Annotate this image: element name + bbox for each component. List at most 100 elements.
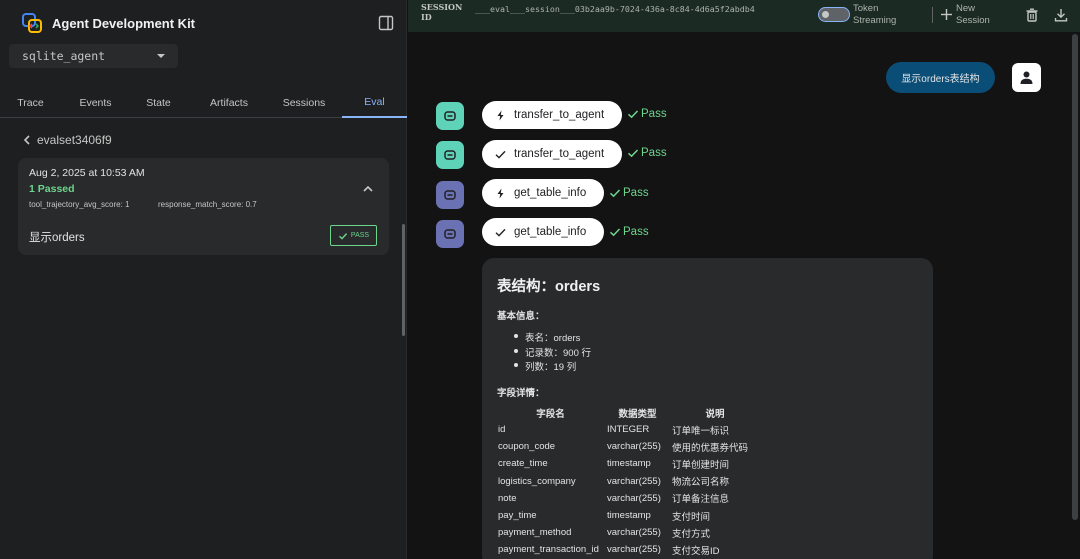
tool-pass-label: Pass — [623, 226, 649, 238]
table-cell: coupon_code — [498, 441, 556, 453]
token-streaming-toggle[interactable] — [818, 7, 850, 22]
chat-scrollbar[interactable] — [1072, 34, 1078, 520]
robot-icon — [444, 111, 456, 121]
tab-state[interactable]: State — [130, 88, 187, 118]
tool-pass-label: Pass — [641, 147, 667, 159]
tab-artifacts[interactable]: Artifacts — [199, 88, 259, 118]
pass-badge: PASS — [330, 225, 377, 246]
table-cell: 订单备注信息 — [672, 494, 730, 506]
tool-call-pill[interactable]: transfer_to_agent — [482, 101, 622, 129]
agent-response-card: 表结构：orders 基本信息： 表名：orders 记录数：900 行 列数：… — [482, 258, 933, 559]
table-row: create_time timestamp 订单创建时间 — [496, 455, 760, 472]
table-cell: INTEGER — [607, 424, 650, 436]
table-cell: note — [498, 492, 517, 504]
table-header-row: 字段名 数据类型 说明 — [496, 404, 760, 421]
new-session-label: New Session — [956, 3, 990, 26]
chevron-up-icon[interactable] — [362, 183, 374, 195]
table-row: id INTEGER 订单唯一标识 — [496, 421, 760, 438]
tool-pass-status: Pass — [609, 185, 649, 201]
chevron-left-icon — [23, 135, 30, 145]
table-cell: 物流公司名称 — [672, 477, 730, 489]
robot-icon — [444, 229, 456, 239]
tool-call-pill[interactable]: get_table_info — [482, 179, 604, 207]
tool-response-pill[interactable]: get_table_info — [482, 218, 604, 246]
eval-date: Aug 2, 2025 at 10:53 AM — [29, 167, 145, 179]
list-item: 表名：orders — [514, 330, 591, 345]
delete-icon[interactable] — [1025, 8, 1039, 22]
tab-events[interactable]: Events — [67, 88, 124, 118]
eval-case-name: 显示orders — [29, 232, 85, 244]
side-scrollbar[interactable] — [402, 224, 405, 336]
adk-logo-icon — [22, 13, 42, 33]
plus-icon — [941, 9, 952, 20]
session-topbar: SESSION ID ___eval___session___03b2aa9b-… — [408, 0, 1080, 32]
collapse-panel-icon[interactable] — [378, 15, 394, 31]
tab-trace[interactable]: Trace — [2, 88, 59, 118]
list-item: 列数：19 列 — [514, 359, 591, 374]
tool-pass-status: Pass — [627, 106, 667, 122]
brand: Agent Development Kit — [22, 12, 195, 34]
table-row: pay_time timestamp 支付时间 — [496, 507, 760, 524]
check-icon — [495, 228, 506, 237]
table-cell: payment_transaction_id — [498, 544, 599, 556]
list-item: 记录数：900 行 — [514, 345, 591, 360]
side-tabs: Trace Events State Artifacts Sessions Ev… — [0, 88, 407, 118]
check-icon — [495, 150, 506, 159]
tool-response-name: transfer_to_agent — [514, 148, 605, 160]
metric-response-match: response_match_score: 0.7 — [158, 200, 257, 209]
bolt-icon — [497, 110, 504, 120]
column-header: 数据类型 — [618, 408, 657, 420]
bot-avatar-icon — [436, 181, 464, 209]
tool-call-name: get_table_info — [514, 187, 587, 199]
eval-result-card: Aug 2, 2025 at 10:53 AM 1 Passed tool_tr… — [18, 158, 389, 255]
check-icon — [609, 228, 621, 237]
table-cell: varchar(255) — [607, 475, 661, 487]
agent-select-value: sqlite_agent — [22, 49, 106, 63]
user-message-bubble: 显示orders表结构 — [886, 62, 995, 93]
new-session-button[interactable]: New Session — [940, 3, 996, 27]
fields-table: 字段名 数据类型 说明 id INTEGER 订单唯一标识 coupon_cod… — [496, 404, 760, 559]
bot-avatar-icon — [436, 141, 464, 169]
column-header: 字段名 — [536, 408, 565, 420]
session-id-label: SESSION ID — [421, 2, 463, 22]
tab-eval[interactable]: Eval — [342, 88, 407, 118]
column-header: 说明 — [705, 408, 725, 420]
table-cell: 支付方式 — [672, 528, 711, 540]
table-row: note varchar(255) 订单备注信息 — [496, 490, 760, 507]
tool-pass-status: Pass — [627, 145, 667, 161]
user-avatar — [1012, 63, 1041, 92]
pass-badge-label: PASS — [350, 232, 370, 239]
table-cell: payment_method — [498, 527, 572, 539]
check-icon — [627, 149, 639, 158]
tab-sessions[interactable]: Sessions — [274, 88, 334, 118]
download-icon[interactable] — [1054, 8, 1068, 22]
bot-avatar-icon — [436, 220, 464, 248]
robot-icon — [444, 150, 456, 160]
eval-back-link[interactable]: evalset3406f9 — [22, 132, 112, 148]
table-cell: varchar(255) — [607, 544, 661, 556]
tool-response-pill[interactable]: transfer_to_agent — [482, 140, 622, 168]
check-icon — [627, 110, 639, 119]
eval-passed-count: 1 Passed — [29, 183, 75, 195]
table-row: payment_transaction_id varchar(255) 支付交易… — [496, 541, 760, 558]
tool-call-name: transfer_to_agent — [514, 109, 605, 121]
agent-select[interactable]: sqlite_agent — [9, 44, 178, 68]
check-icon — [609, 189, 621, 198]
basic-info-list: 表名：orders 记录数：900 行 列数：19 列 — [514, 330, 591, 374]
robot-icon — [444, 190, 456, 200]
table-row: logistics_company varchar(255) 物流公司名称 — [496, 473, 760, 490]
check-icon — [338, 232, 348, 240]
table-cell: timestamp — [607, 510, 651, 522]
basic-info-heading: 基本信息： — [497, 311, 545, 322]
chevron-down-icon — [157, 54, 165, 58]
bolt-icon — [497, 188, 504, 198]
bot-avatar-icon — [436, 102, 464, 130]
table-cell: 订单创建时间 — [672, 459, 730, 471]
response-title: 表结构：orders — [497, 279, 601, 295]
table-cell: varchar(255) — [607, 441, 661, 453]
table-cell: varchar(255) — [607, 527, 661, 539]
table-cell: 订单唯一标识 — [672, 425, 730, 437]
tool-response-name: get_table_info — [514, 226, 587, 238]
table-row: coupon_code varchar(255) 使用的优惠券代码 — [496, 438, 760, 455]
table-cell: logistics_company — [498, 475, 576, 487]
